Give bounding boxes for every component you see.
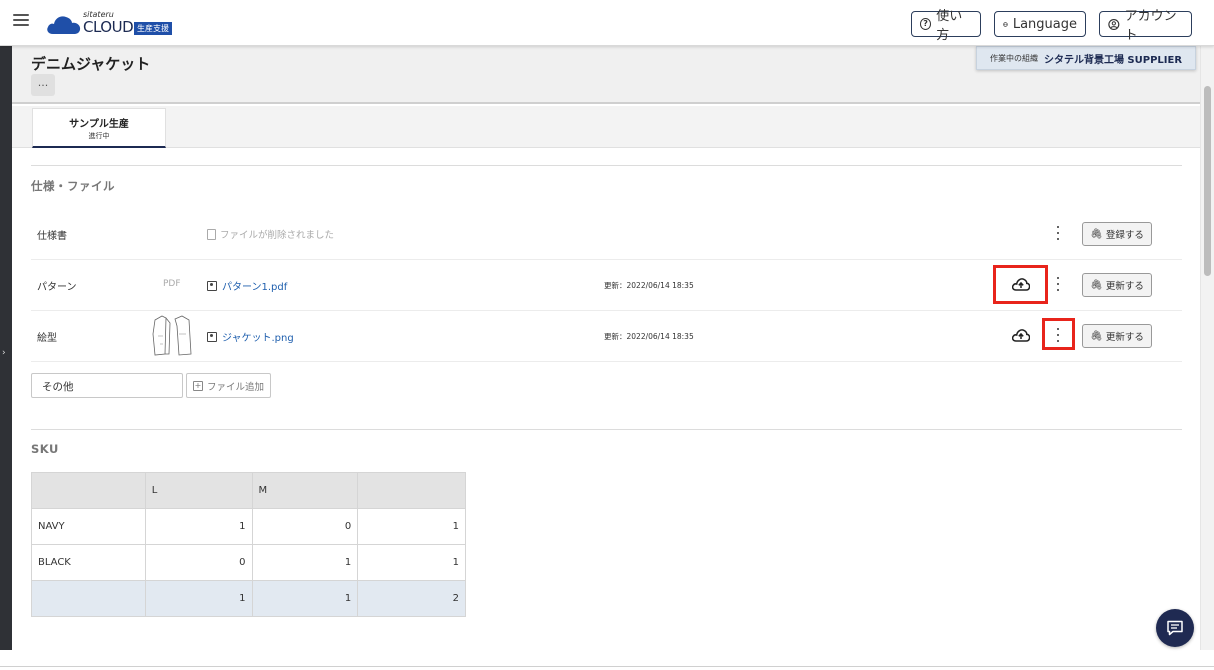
file-name: パターン1.pdf [222, 282, 288, 293]
file-link-pattern[interactable]: パターン1.pdf [207, 278, 287, 293]
table-cell: 1 [357, 544, 466, 581]
paperclip-icon: 🖇 [1090, 228, 1103, 240]
table-header-row: L M [31, 472, 466, 509]
other-category-field[interactable]: その他 [31, 373, 183, 398]
table-row: NAVY 1 0 1 [31, 508, 466, 545]
paperclip-icon: 🖇 [1090, 279, 1103, 291]
table-cell: 1 [251, 580, 359, 617]
file-name: ジャケット.png [222, 333, 294, 344]
add-file-button[interactable]: + ファイル追加 [186, 373, 271, 398]
account-button[interactable]: アカウント [1099, 9, 1192, 43]
scrollbar[interactable] [1200, 46, 1214, 650]
hamburger-menu-icon[interactable] [13, 14, 29, 28]
bottom-border [0, 666, 1214, 667]
table-cell: 0 [144, 544, 253, 581]
kebab-menu-icon[interactable] [1055, 277, 1061, 291]
divider [31, 165, 1182, 166]
cloud-upload-icon[interactable] [1012, 328, 1030, 342]
tab-sample-production[interactable]: サンプル生産 進行中 [32, 108, 166, 148]
paperclip-icon: 🖇 [1090, 330, 1103, 342]
divider [31, 429, 1182, 430]
app-header: sitateru CLOUD 生産支援 ? 使い方 Language アカウント [0, 0, 1214, 46]
globe-icon [1003, 21, 1008, 27]
help-label: 使い方 [936, 9, 963, 43]
chevron-right-icon[interactable]: › [2, 348, 6, 358]
scrollbar-thumb[interactable] [1204, 86, 1211, 276]
table-header [357, 472, 466, 509]
update-button-label: 更新する [1105, 332, 1144, 343]
cloud-logo-icon [47, 16, 81, 34]
page-title: デニムジャケット [31, 55, 151, 73]
user-circle-icon [1108, 18, 1120, 30]
updated-timestamp: 更新：2022/06/14 18:35 [604, 281, 694, 290]
image-icon [207, 331, 217, 342]
update-button[interactable]: 🖇 更新する [1082, 273, 1152, 297]
table-cell [31, 580, 146, 617]
help-button[interactable]: ? 使い方 [911, 9, 981, 43]
jacket-thumbnail[interactable] [151, 314, 193, 358]
register-button[interactable]: 🖇 登録する [1082, 222, 1152, 246]
table-cell: NAVY [31, 508, 146, 545]
chat-icon [1167, 620, 1183, 636]
spec-section-title: 仕様・ファイル [31, 179, 115, 193]
org-name: シタテル背景工場 SUPPLIER [1043, 54, 1183, 66]
table-cell: 1 [357, 508, 466, 545]
file-type-tag: PDF [163, 279, 181, 289]
table-cell: 1 [144, 580, 253, 617]
kebab-menu-icon[interactable] [1055, 226, 1061, 240]
sku-table: L M NAVY 1 0 1 BLACK 0 1 1 1 1 2 [31, 472, 466, 617]
add-file-icon: + [192, 380, 203, 391]
row-label: 仕様書 [37, 231, 67, 242]
file-row-illustration: 絵型 ジャケット.png 更新：2022/06/14 18:35 🖇 更新する [31, 311, 1182, 362]
document-icon [207, 228, 216, 240]
current-organization: 作業中の組織 シタテル背景工場 SUPPLIER [976, 46, 1196, 70]
tab-label: サンプル生産 [69, 118, 129, 130]
table-cell: 0 [251, 508, 359, 545]
update-button[interactable]: 🖇 更新する [1082, 324, 1152, 348]
file-link-illustration[interactable]: ジャケット.png [207, 329, 294, 344]
table-row: BLACK 0 1 1 [31, 544, 466, 581]
table-header: L [144, 472, 253, 509]
tab-strip: サンプル生産 進行中 [12, 106, 1200, 148]
page-header: デニムジャケット ··· 作業中の組織 シタテル背景工場 SUPPLIER [12, 46, 1200, 104]
file-row-pattern: パターン PDF パターン1.pdf 更新：2022/06/14 18:35 🖇… [31, 260, 1182, 311]
language-button[interactable]: Language [994, 11, 1086, 37]
table-cell: 1 [144, 508, 253, 545]
image-icon [207, 280, 217, 291]
kebab-menu-icon[interactable] [1055, 328, 1061, 342]
file-row-spec: 仕様書 ファイルが削除されました 🖇 登録する [31, 209, 1182, 260]
file-deleted-label: ファイルが削除されました [220, 230, 335, 241]
row-label: 絵型 [37, 333, 57, 344]
table-cell: BLACK [31, 544, 146, 581]
org-label: 作業中の組織 [989, 53, 1038, 63]
account-label: アカウント [1124, 9, 1177, 43]
language-label: Language [1012, 16, 1077, 32]
update-button-label: 更新する [1105, 281, 1144, 292]
tab-status: 進行中 [88, 131, 110, 140]
chat-button[interactable] [1156, 609, 1194, 647]
row-label: パターン [37, 282, 77, 293]
register-button-label: 登録する [1105, 230, 1144, 241]
left-sidebar-collapsed[interactable]: › [0, 46, 12, 650]
table-cell: 2 [357, 580, 466, 617]
sku-section-title: SKU [31, 442, 59, 456]
updated-timestamp: 更新：2022/06/14 18:35 [604, 332, 694, 341]
table-header [31, 472, 146, 509]
question-circle-icon: ? [920, 18, 932, 30]
page-more-button[interactable]: ··· [31, 74, 55, 96]
cloud-upload-icon[interactable] [1012, 277, 1030, 291]
logo-main-text: CLOUD [83, 18, 134, 36]
table-cell: 1 [251, 544, 359, 581]
table-total-row: 1 1 2 [31, 580, 466, 617]
add-file-label: ファイル追加 [206, 381, 264, 393]
logo-badge: 生産支援 [134, 22, 172, 35]
file-deleted-text: ファイルが削除されました [207, 227, 334, 241]
app-logo[interactable]: sitateru CLOUD 生産支援 [46, 10, 176, 36]
table-header: M [251, 472, 359, 509]
